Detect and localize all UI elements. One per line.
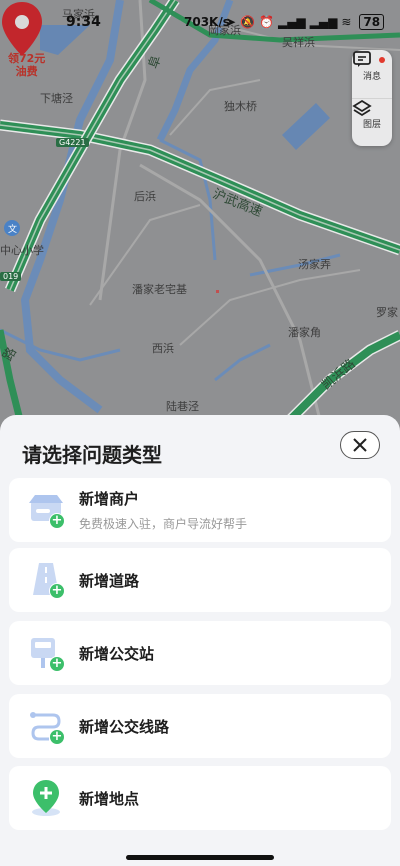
status-bar: 9:34 703K/s ➤ 🔕 ⏰ ▂▄▆ ▂▄▆ ≋ 78: [0, 0, 400, 40]
mute-icon: 🔕: [240, 15, 256, 29]
option-title: 新增地点: [79, 789, 140, 808]
location-pin-icon: [25, 777, 67, 819]
svg-text:文: 文: [8, 223, 17, 235]
wifi-icon: ≋: [341, 15, 352, 29]
layers-label: 图层: [362, 120, 381, 130]
map-view[interactable]: 文 马家浜 吴祥浜 岡家浜 领72元 油费 阜 下塘泾 独木桥 G4221 后浜…: [0, 0, 400, 440]
alarm-icon: ⏰: [259, 15, 274, 29]
road-icon: +: [25, 559, 67, 601]
option-add-bus-route[interactable]: + 新增公交线路: [9, 694, 391, 758]
close-icon: [353, 438, 367, 452]
option-title: 新增道路: [79, 571, 140, 590]
option-title: 新增公交站: [79, 644, 155, 663]
signal-icon: ▂▄▆: [309, 15, 338, 29]
option-add-road[interactable]: + 新增道路: [9, 548, 391, 612]
message-icon: [353, 51, 371, 67]
signal-icon: ▂▄▆: [277, 15, 306, 29]
unread-dot: [379, 57, 385, 63]
option-title: 新增公交线路: [79, 717, 170, 736]
map-label: 中心小学: [0, 244, 44, 257]
location-arrow-icon: ➤: [226, 15, 237, 29]
highway-shield: G4221: [56, 138, 89, 147]
highway-shield: 019: [0, 272, 22, 281]
message-button[interactable]: 消息: [352, 50, 392, 98]
map-label: 潘家角: [288, 326, 321, 339]
battery-icon: 78: [359, 14, 385, 30]
option-subtitle: 免费极速入驻，商户导流好帮手: [79, 517, 248, 531]
message-label: 消息: [362, 71, 381, 82]
sheet-title: 请选择问题类型: [22, 443, 162, 467]
network-speed: 703K/s: [184, 15, 230, 29]
map-label: 陆巷泾: [166, 400, 199, 413]
home-indicator[interactable]: [126, 855, 274, 860]
plus-icon: +: [49, 513, 65, 529]
plus-icon: +: [49, 656, 65, 672]
option-add-bus-stop[interactable]: + 新增公交站: [9, 621, 391, 685]
plus-icon: +: [49, 729, 65, 745]
status-time: 9:34: [66, 14, 101, 30]
layers-button[interactable]: 图层: [352, 98, 392, 146]
layers-icon: [352, 99, 372, 117]
map-label: 西浜: [152, 342, 174, 355]
map-label: 独木桥: [224, 100, 257, 113]
option-title: 新增商户: [79, 490, 140, 508]
status-icons: ➤ 🔕 ⏰ ▂▄▆ ▂▄▆ ≋ 78: [226, 14, 385, 30]
store-icon: +: [25, 489, 67, 531]
plus-icon: +: [49, 583, 65, 599]
close-button[interactable]: [340, 431, 380, 459]
bus-stop-icon: +: [25, 632, 67, 674]
option-add-place[interactable]: 新增地点: [9, 766, 391, 830]
map-label: 下塘泾: [40, 92, 73, 105]
map-label: 汤家弄: [298, 258, 331, 271]
option-add-store[interactable]: + 新增商户 免费极速入驻，商户导流好帮手: [9, 478, 391, 542]
map-label: 潘家老宅基: [132, 283, 187, 296]
map-side-controls: 消息 图层: [352, 50, 392, 146]
bus-route-icon: +: [25, 705, 67, 747]
problem-type-sheet: 请选择问题类型 + 新增商户 免费极速入驻，商户导流好帮手 + 新增道路 + 新…: [0, 415, 400, 866]
map-label: 后浜: [134, 190, 156, 203]
map-label: 罗家: [376, 306, 398, 319]
